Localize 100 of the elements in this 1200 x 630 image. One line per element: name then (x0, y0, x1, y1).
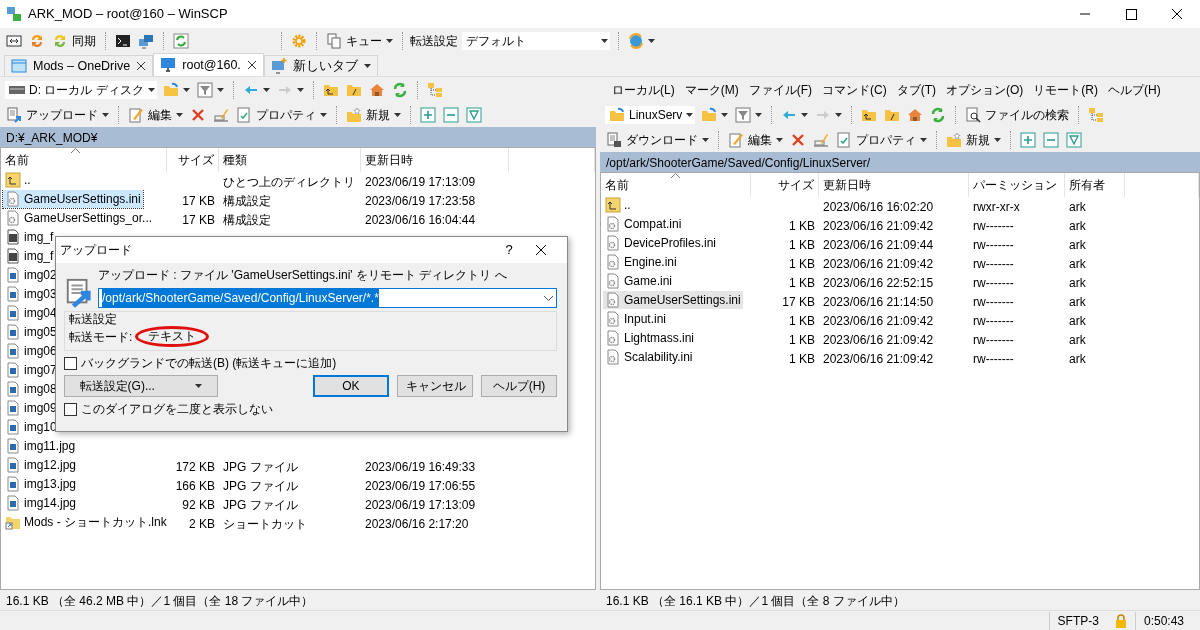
dialog-button[interactable]: ヘルプ(H) (481, 375, 557, 397)
column-header[interactable]: 種類 (223, 151, 247, 169)
refresh-icon (930, 106, 947, 123)
file-item[interactable]: img_f (3, 227, 56, 246)
file-size: 172 KB (175, 459, 215, 474)
menu-item[interactable]: オプション(O) (946, 80, 1024, 99)
column-header[interactable]: 更新日時 (823, 176, 871, 194)
new-folder-button[interactable]: 新規 (344, 104, 403, 125)
properties-icon (836, 131, 852, 148)
file-item[interactable]: img13.jpg (3, 474, 79, 493)
menu-item[interactable]: ローカル(L) (612, 80, 675, 99)
file-item[interactable]: Mods - ショートカット.lnk (3, 512, 167, 531)
minus-button[interactable] (441, 105, 461, 124)
transfer-settings-button[interactable]: 転送設定(G)... (64, 375, 218, 397)
plus-button[interactable] (1018, 130, 1038, 149)
column-header[interactable]: 更新日時 (365, 151, 413, 169)
file-item[interactable]: img07 (3, 360, 59, 379)
file-item[interactable]: Engine.ini (603, 252, 679, 271)
file-item[interactable]: img02 (3, 265, 59, 284)
find-file-button[interactable]: ファイルの検索 (963, 104, 1072, 125)
parent-folder-icon (5, 171, 21, 188)
plus-button[interactable] (418, 105, 438, 124)
file-item[interactable]: GameUserSettings_or... (3, 208, 155, 227)
tab[interactable]: 新しいタブ (263, 55, 378, 76)
column-header[interactable]: サイズ (778, 176, 814, 194)
file-item[interactable]: img05 (3, 322, 59, 341)
file-item[interactable]: Compat.ini (603, 214, 684, 233)
edit-button[interactable]: 編集 (126, 104, 185, 125)
file-type: 構成設定 (223, 212, 271, 227)
caret-icon (147, 87, 155, 92)
column-header[interactable]: 名前 (605, 176, 629, 194)
file-item[interactable]: img06 (3, 341, 59, 360)
filter-button[interactable] (194, 80, 226, 99)
tab[interactable]: Mods – OneDrive (4, 55, 154, 76)
properties-button[interactable]: プロパティ (234, 104, 329, 125)
close-icon[interactable] (535, 244, 547, 256)
file-item[interactable]: img04 (3, 303, 59, 322)
download-button[interactable]: ダウンロード (604, 129, 711, 150)
column-header[interactable]: パーミッション (973, 176, 1057, 194)
file-item[interactable]: DeviceProfiles.ini (603, 233, 719, 252)
properties-button[interactable]: プロパティ (834, 129, 929, 150)
menu-item[interactable]: マーク(M) (684, 80, 739, 99)
file-item[interactable]: .. (603, 195, 633, 214)
dialog-button[interactable]: キャンセル (396, 375, 473, 397)
minus-icon (443, 106, 459, 123)
refresh-button[interactable] (171, 31, 191, 50)
column-header[interactable]: 名前 (5, 151, 29, 169)
location-dropdown[interactable]: D: ローカル ディスク (4, 79, 158, 100)
file-item[interactable]: img11.jpg (3, 436, 78, 455)
column-header[interactable]: 所有者 (1069, 176, 1105, 194)
file-item[interactable]: Scalability.ini (603, 347, 695, 366)
minus-button[interactable] (1041, 130, 1061, 149)
queue-button[interactable]: キュー (324, 30, 395, 51)
tab[interactable]: root@160. (153, 53, 264, 76)
file-item[interactable]: .. (3, 170, 33, 189)
globe-button[interactable] (626, 31, 657, 50)
close-icon[interactable] (246, 60, 257, 70)
folder-button[interactable] (699, 105, 731, 124)
file-permissions: rwxr-xr-x (973, 199, 1020, 214)
menu-item[interactable]: ファイル(F) (748, 80, 812, 99)
menu-item[interactable]: コマンド(C) (822, 80, 887, 99)
menu-item[interactable]: ヘルプ(H) (1108, 80, 1161, 99)
file-size: 1 KB (789, 218, 815, 233)
column-header[interactable]: サイズ (178, 151, 214, 169)
sync-button[interactable]: 同期 (50, 30, 98, 51)
delete-icon (190, 106, 206, 123)
checkbox[interactable] (64, 402, 77, 416)
config-file-icon (605, 234, 621, 251)
filter-button[interactable] (1064, 130, 1084, 149)
help-button[interactable]: ? (489, 240, 529, 260)
file-item[interactable]: img_f (3, 246, 56, 265)
close-icon[interactable] (136, 61, 147, 71)
edit-button[interactable]: 編集 (726, 129, 785, 150)
path-bar: /opt/ark/ShooterGame/Saved/Config/LinuxServer/ (600, 152, 1200, 172)
dialog-button[interactable]: OK (312, 375, 389, 397)
upload-button[interactable]: アップロード (4, 104, 111, 125)
menu-item[interactable]: タブ(T) (896, 80, 936, 99)
menu-item[interactable]: リモート(R) (1033, 80, 1098, 99)
filter-icon (1066, 131, 1082, 148)
file-item[interactable]: img14.jpg (3, 493, 79, 512)
file-permissions: rw------- (973, 313, 1014, 328)
file-modified: 2023/06/19 17:13:09 (365, 497, 476, 512)
file-item[interactable]: GameUserSettings.ini (603, 290, 743, 309)
image-file-icon (5, 380, 21, 397)
filter-button[interactable] (464, 105, 484, 124)
sync-icon (52, 32, 68, 49)
location-dropdown[interactable]: LinuxServ (604, 104, 697, 125)
preset-dropdown[interactable]: デフォルト (461, 30, 611, 51)
file-item[interactable]: Lightmass.ini (603, 328, 697, 347)
file-owner: ark (1069, 237, 1086, 252)
new-folder-button[interactable]: 新規 (944, 129, 1003, 150)
file-modified: 2023/06/19 16:49:33 (365, 459, 476, 474)
file-item[interactable]: Input.ini (603, 309, 669, 328)
filter-button[interactable] (733, 105, 765, 124)
properties-icon (236, 106, 252, 123)
file-item[interactable]: Game.ini (603, 271, 675, 290)
checkbox[interactable] (64, 356, 77, 370)
file-item[interactable]: GameUserSettings.ini (3, 189, 143, 208)
file-item[interactable]: img12.jpg (3, 455, 79, 474)
target-path-field[interactable]: /opt/ark/ShooterGame/Saved/Config/LinuxServer/*.* (98, 288, 557, 308)
